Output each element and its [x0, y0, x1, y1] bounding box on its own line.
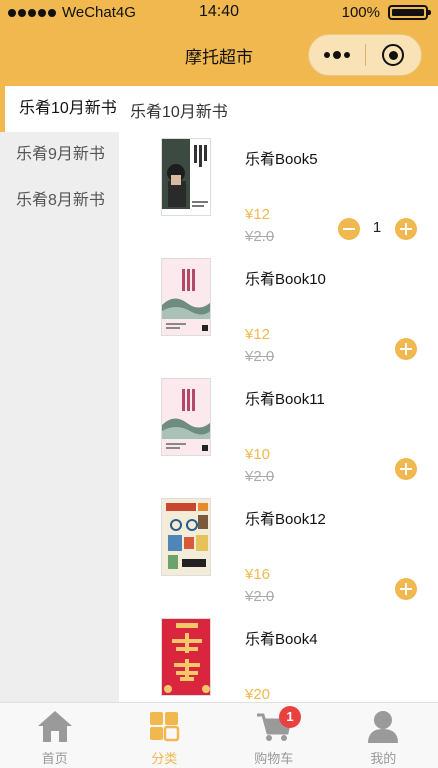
- product-item[interactable]: 乐肴Book5 ¥12 ¥2.0 1: [119, 132, 438, 252]
- add-to-cart-button[interactable]: [395, 578, 417, 600]
- book-cover-image: [161, 258, 211, 336]
- category-sidebar: 乐肴10月新书 乐肴9月新书 乐肴8月新书: [0, 86, 119, 702]
- battery-icon: [388, 5, 431, 20]
- product-quantity: 1: [372, 219, 382, 236]
- more-menu-button[interactable]: [309, 35, 365, 75]
- product-original-price: ¥2.0: [245, 348, 275, 365]
- tab-category[interactable]: 分类: [110, 703, 220, 768]
- book-cover-image: [161, 138, 211, 216]
- tab-label: 分类: [151, 751, 178, 766]
- product-name: 乐肴Book12: [245, 511, 326, 528]
- target-close-icon: [382, 44, 405, 66]
- product-name: 乐肴Book4: [245, 631, 318, 648]
- tab-home[interactable]: 首页: [0, 703, 110, 768]
- product-item[interactable]: 乐肴Book10 ¥12 ¥2.0: [119, 252, 438, 372]
- add-to-cart-button[interactable]: [395, 338, 417, 360]
- home-icon: [37, 711, 72, 742]
- tab-label: 我的: [370, 751, 397, 766]
- product-price: ¥12: [245, 206, 271, 223]
- book-cover-image: [161, 498, 211, 576]
- battery-percent: 100%: [341, 4, 380, 21]
- tab-cart[interactable]: 1 购物车: [219, 703, 329, 768]
- user-icon: [368, 711, 399, 743]
- sidebar-item-sep[interactable]: 乐肴9月新书: [0, 132, 119, 178]
- book-cover-image: [161, 618, 211, 696]
- product-name: 乐肴Book11: [245, 391, 325, 408]
- product-item[interactable]: 乐肴Book11 ¥10 ¥2.0: [119, 372, 438, 492]
- cart-badge: 1: [279, 706, 301, 728]
- increase-quantity-button[interactable]: [395, 218, 417, 240]
- product-price: ¥10: [245, 446, 271, 463]
- product-price: ¥16: [245, 566, 271, 583]
- book-cover-image: [161, 378, 211, 456]
- decrease-quantity-button[interactable]: [338, 218, 360, 240]
- tab-label: 首页: [41, 751, 68, 766]
- sidebar-item-oct[interactable]: 乐肴10月新书: [0, 86, 119, 132]
- product-price: ¥20: [245, 686, 271, 702]
- sidebar-item-aug[interactable]: 乐肴8月新书: [0, 178, 119, 224]
- product-original-price: ¥2.0: [245, 228, 275, 245]
- close-mini-program-button[interactable]: [366, 35, 421, 75]
- section-title: 乐肴10月新书: [130, 104, 228, 121]
- product-name: 乐肴Book10: [245, 271, 326, 288]
- product-original-price: ¥2.0: [245, 588, 275, 605]
- tab-label: 购物车: [254, 751, 294, 766]
- status-bar: WeChat4G 14:40 100%: [0, 0, 438, 24]
- more-dots-icon: [324, 52, 330, 58]
- bottom-tab-bar: 首页 分类 1 购物车 我的: [0, 702, 438, 768]
- product-list: 乐肴10月新书 乐肴Book5 ¥12 ¥2.0 1 乐肴Book10 ¥12 …: [119, 86, 438, 702]
- product-item[interactable]: 乐肴Book4 ¥20: [119, 612, 438, 702]
- product-price: ¥12: [245, 326, 271, 343]
- add-to-cart-button[interactable]: [395, 458, 417, 480]
- tab-profile[interactable]: 我的: [329, 703, 438, 768]
- product-item[interactable]: 乐肴Book12 ¥16 ¥2.0: [119, 492, 438, 612]
- top-bar: WeChat4G 14:40 100% 摩托超市: [0, 0, 438, 86]
- mini-program-capsule: [308, 34, 422, 76]
- product-name: 乐肴Book5: [245, 151, 318, 168]
- product-original-price: ¥2.0: [245, 468, 275, 485]
- category-icon: [150, 712, 180, 742]
